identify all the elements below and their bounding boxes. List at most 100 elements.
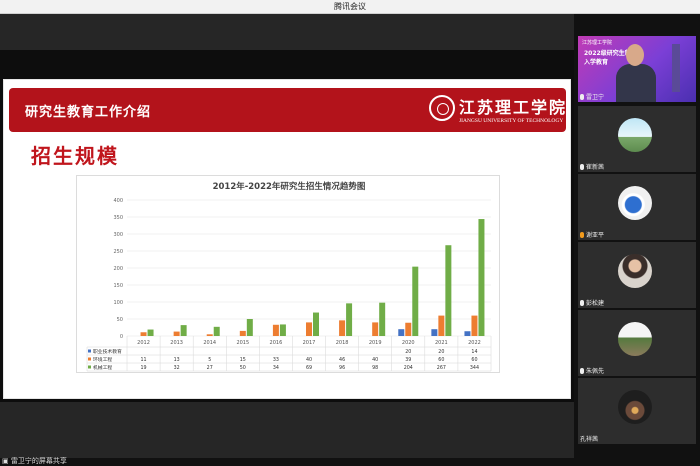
screen-share-indicator[interactable]: ▣ 雷卫宁的屏幕共享	[2, 456, 67, 466]
slide-banner: 研究生教育工作介绍 江苏理工学院 JIANGSU UNIVERSITY OF T…	[9, 88, 566, 132]
x-tick-label: 2016	[270, 340, 283, 346]
participant-tile[interactable]: 谢亚平	[578, 174, 696, 240]
meeting-top-bar	[0, 14, 574, 50]
participant-tile-speaker[interactable]: 江苏理工学院 2022级研究生新生 入学教育 雷卫宁	[578, 36, 696, 102]
bar	[173, 331, 180, 336]
x-tick-label: 2015	[236, 340, 249, 346]
table-cell: 344	[470, 365, 479, 371]
table-cell: 20	[438, 349, 444, 355]
mic-icon	[580, 164, 584, 170]
x-tick-label: 2014	[203, 340, 216, 346]
avatar	[618, 254, 652, 288]
avatar	[618, 186, 652, 220]
y-tick-label: 250	[113, 249, 123, 255]
bar	[180, 325, 187, 336]
table-cell: 267	[437, 365, 446, 371]
bar	[412, 266, 419, 336]
table-cell: 27	[207, 365, 213, 371]
table-cell: 11	[140, 357, 146, 363]
participant-panel: 江苏理工学院 2022级研究生新生 入学教育 雷卫宁 崔新茜 谢亚平 彭松建 朱…	[574, 14, 700, 458]
participant-name: 孔祥茜	[580, 436, 599, 443]
table-cell: 96	[339, 365, 345, 371]
table-cell: 34	[273, 365, 279, 371]
y-tick-label: 350	[113, 215, 123, 221]
bar	[272, 324, 279, 336]
y-tick-label: 0	[120, 334, 123, 340]
participant-name: 彭松建	[580, 298, 604, 307]
enrollment-chart-svg: 2012年-2022年研究生招生情况趋势图 0 50 100 150 200 250 300 3…	[86, 181, 492, 372]
shared-slide: 研究生教育工作介绍 江苏理工学院 JIANGSU UNIVERSITY OF T…	[3, 79, 571, 399]
university-seal-icon	[429, 95, 455, 121]
avatar	[618, 322, 652, 356]
legend-swatch	[88, 349, 91, 353]
avatar	[618, 118, 652, 152]
tile-badge: 江苏理工学院	[582, 40, 613, 46]
x-tick-label: 2013	[170, 340, 183, 346]
bar	[140, 332, 147, 336]
bar	[471, 315, 478, 336]
y-tick-label: 300	[113, 232, 123, 238]
table-cell: 39	[405, 357, 411, 363]
bar	[246, 319, 253, 336]
bar	[464, 331, 471, 336]
speaker-video-body	[616, 64, 656, 102]
table-cell: 60	[471, 357, 477, 363]
table-cell: 204	[404, 365, 413, 371]
table-cell: 13	[174, 357, 180, 363]
x-tick-label: 2018	[336, 340, 349, 346]
bar	[372, 322, 379, 336]
y-tick-label: 400	[113, 198, 123, 204]
avatar	[618, 390, 652, 424]
y-tick-label: 200	[113, 266, 123, 272]
participant-name: 崔新茜	[580, 162, 604, 171]
tile-banner-line2: 入学教育	[584, 59, 609, 66]
bar	[431, 329, 438, 336]
bar	[379, 302, 386, 336]
participant-name: 雷卫宁	[580, 92, 604, 101]
participant-name: 朱佩先	[580, 366, 604, 375]
mic-icon	[580, 368, 584, 374]
bar	[239, 330, 246, 336]
section-title: 招生规模	[31, 144, 119, 168]
mic-icon	[580, 94, 584, 100]
table-cell: 20	[405, 349, 411, 355]
table-cell: 32	[174, 365, 180, 371]
y-tick-label: 50	[117, 317, 123, 323]
x-tick-label: 2019	[369, 340, 382, 346]
y-tick-label: 100	[113, 300, 123, 306]
table-cell: 5	[208, 357, 211, 363]
legend-swatch	[88, 365, 91, 369]
table-cell: 19	[140, 365, 146, 371]
enrollment-chart: 2012年-2022年研究生招生情况趋势图 0 50 100 150 200 250 300 3…	[76, 175, 500, 373]
meeting-bottom-bar	[0, 402, 574, 458]
bar	[313, 312, 319, 336]
legend-label: 机械工程	[93, 364, 112, 371]
slide-banner-title: 研究生教育工作介绍	[25, 105, 152, 120]
participant-tile[interactable]: 朱佩先	[578, 310, 696, 376]
table-cell: 98	[372, 365, 378, 371]
bar	[346, 303, 353, 336]
table-cell: 14	[471, 349, 477, 355]
table-cell: 33	[273, 357, 279, 363]
x-tick-label: 2021	[435, 340, 448, 346]
background-tower	[672, 44, 680, 92]
window-titlebar: 腾讯会议	[0, 0, 700, 14]
bar	[147, 329, 154, 336]
bar	[206, 334, 213, 336]
bar	[213, 326, 220, 336]
speaker-video-head	[626, 44, 644, 66]
legend-label: 职业技术教育	[93, 348, 122, 355]
participant-name: 谢亚平	[580, 230, 604, 239]
bar	[438, 315, 445, 336]
participant-tile[interactable]: 崔新茜	[578, 106, 696, 172]
participant-tile[interactable]: 孔祥茜	[578, 378, 696, 444]
bar	[445, 245, 452, 336]
mic-icon	[580, 232, 584, 238]
legend-swatch	[88, 357, 91, 361]
participant-tile[interactable]: 彭松建	[578, 242, 696, 308]
university-logo-en: JIANGSU UNIVERSITY OF TECHNOLOGY	[459, 118, 564, 124]
table-cell: 40	[306, 357, 312, 363]
table-cell: 15	[240, 357, 246, 363]
chart-title: 2012年-2022年研究生招生情况趋势图	[213, 181, 366, 192]
status-bar: ▣ 雷卫宁的屏幕共享	[0, 456, 700, 466]
